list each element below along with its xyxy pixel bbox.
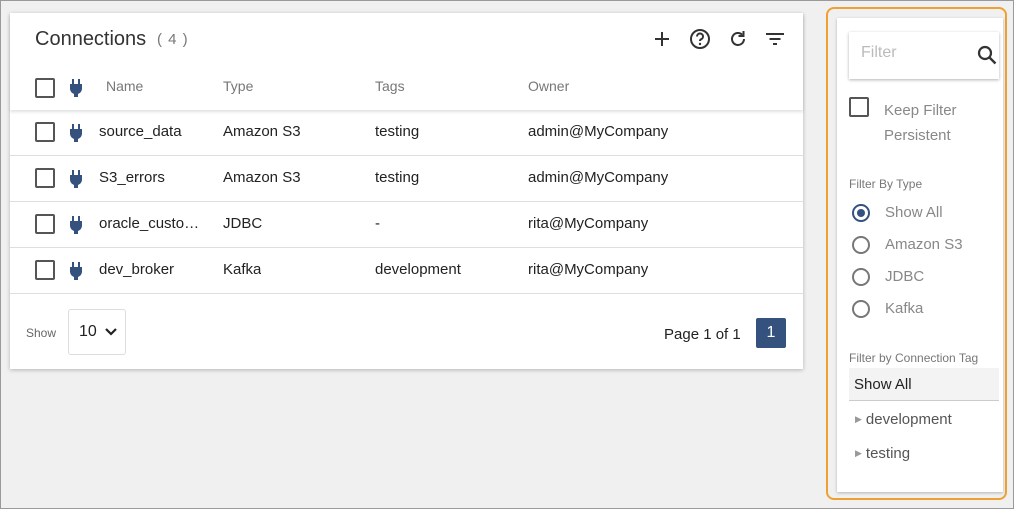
connection-tags: testing: [375, 123, 420, 140]
expand-triangle-icon: ▶: [855, 414, 862, 424]
type-option-label: JDBC: [885, 268, 925, 285]
tag-label: development: [865, 411, 952, 428]
connections-header: Connections ( 4 ) Name Type Tags Owner: [10, 13, 803, 110]
help-icon: [690, 29, 710, 49]
type-option-label: Amazon S3: [885, 236, 963, 253]
table-row[interactable]: S3_errors Amazon S3 testing admin@MyComp…: [10, 156, 803, 202]
refresh-icon: [731, 31, 745, 46]
page-size-select[interactable]: 10: [68, 309, 126, 355]
connection-type: Amazon S3: [223, 169, 301, 186]
type-radio-amazon-s3[interactable]: [852, 236, 870, 254]
help-button[interactable]: [688, 27, 712, 51]
page-title: Connections: [35, 28, 147, 50]
row-checkbox[interactable]: [35, 260, 55, 280]
connection-type: Amazon S3: [223, 123, 301, 140]
filter-icon: [766, 33, 784, 45]
connection-owner: admin@MyCompany: [528, 169, 669, 186]
chevron-down-icon: [105, 328, 117, 336]
tag-item-development[interactable]: ▶ development: [855, 411, 952, 428]
plug-icon: [70, 262, 82, 280]
filter-by-tag-heading: Filter by Connection Tag: [849, 351, 979, 365]
refresh-button[interactable]: [726, 27, 750, 51]
plug-icon: [70, 170, 82, 188]
tag-item-testing[interactable]: ▶ testing: [855, 445, 910, 462]
page-size-label: Show: [26, 326, 57, 340]
connection-tags: development: [375, 261, 461, 278]
connection-tags: testing: [375, 169, 420, 186]
connection-name[interactable]: source_data: [99, 123, 211, 140]
row-checkbox[interactable]: [35, 122, 55, 142]
keep-filter-checkbox[interactable]: [849, 97, 869, 117]
tag-label: testing: [865, 445, 911, 462]
connection-type: Kafka: [223, 261, 262, 278]
connection-owner: rita@MyCompany: [528, 215, 649, 232]
row-checkbox[interactable]: [35, 168, 55, 188]
add-icon: [655, 32, 669, 46]
connection-type: JDBC: [223, 215, 263, 232]
connection-owner: rita@MyCompany: [528, 261, 649, 278]
page-size-value: 10: [79, 323, 97, 340]
connection-owner: admin@MyCompany: [528, 123, 669, 140]
connection-tags: -: [375, 215, 380, 232]
column-header-type[interactable]: Type: [223, 78, 253, 94]
plug-icon: [70, 124, 82, 142]
table-row[interactable]: oracle_customers JDBC - rita@MyCompany: [10, 202, 803, 248]
add-connection-button[interactable]: [650, 27, 674, 51]
tag-show-all[interactable]: Show All: [849, 368, 999, 401]
filter-toggle-button[interactable]: [763, 27, 787, 51]
type-radio-jdbc[interactable]: [852, 268, 870, 286]
connection-name[interactable]: oracle_customers: [99, 215, 211, 232]
filter-input[interactable]: [861, 44, 961, 62]
expand-triangle-icon: ▶: [855, 448, 862, 458]
connection-name[interactable]: dev_broker: [99, 261, 211, 278]
plug-icon: [70, 79, 82, 97]
connection-count: ( 4 ): [157, 31, 189, 48]
column-header-name[interactable]: Name: [106, 78, 143, 94]
type-option-label: Kafka: [885, 300, 924, 317]
type-radio-show-all[interactable]: [852, 204, 870, 222]
column-header-tags[interactable]: Tags: [375, 78, 405, 94]
type-radio-kafka[interactable]: [852, 300, 870, 318]
pagination-info: Page 1 of 1: [664, 326, 741, 343]
filter-by-type-heading: Filter By Type: [849, 177, 923, 191]
filter-search-box: [849, 32, 999, 79]
type-option-label: Show All: [885, 204, 943, 221]
column-header-owner[interactable]: Owner: [528, 78, 569, 94]
connections-panel: Connections ( 4 ) Name Type Tags Owner s…: [10, 13, 803, 369]
table-row[interactable]: source_data Amazon S3 testing admin@MyCo…: [10, 110, 803, 156]
table-row[interactable]: dev_broker Kafka development rita@MyComp…: [10, 248, 803, 294]
page-button-current[interactable]: 1: [756, 318, 786, 348]
select-all-checkbox[interactable]: [35, 78, 55, 98]
search-icon[interactable]: [977, 45, 997, 65]
connection-name[interactable]: S3_errors: [99, 169, 211, 186]
plug-icon: [70, 216, 82, 234]
row-checkbox[interactable]: [35, 214, 55, 234]
filter-panel: Keep Filter Persistent Filter By Type Sh…: [837, 18, 1003, 492]
keep-filter-label: Keep Filter Persistent: [884, 102, 957, 144]
